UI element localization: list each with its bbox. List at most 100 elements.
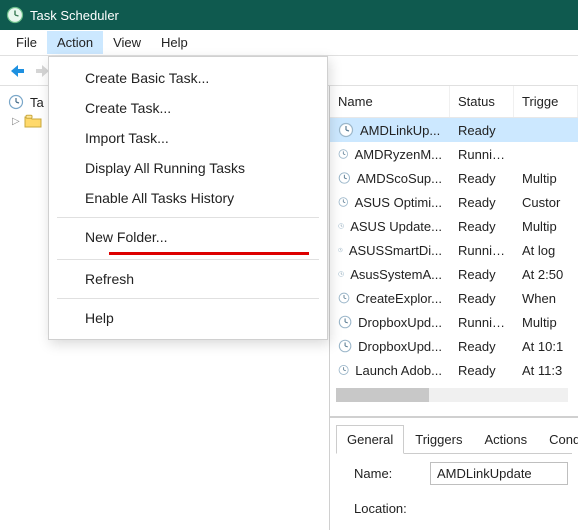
table-row[interactable]: AMDScoSup...ReadyMultip	[330, 166, 578, 190]
clock-icon	[338, 242, 343, 258]
right-pane: Name Status Trigge AMDLinkUp...ReadyAMDR…	[330, 86, 578, 530]
menu-help-item[interactable]: Help	[49, 303, 327, 333]
table-row[interactable]: ASUSSmartDi...RunningAt log	[330, 238, 578, 262]
task-status-cell: Ready	[450, 121, 514, 140]
detail-location-value[interactable]	[430, 506, 568, 512]
task-trigger-cell: At log	[514, 241, 578, 260]
clock-icon	[338, 338, 352, 354]
back-arrow-icon	[8, 63, 26, 79]
clock-icon	[8, 94, 24, 110]
menu-refresh[interactable]: Refresh	[49, 264, 327, 294]
detail-name-label: Name:	[340, 466, 420, 481]
tab-general[interactable]: General	[336, 425, 404, 454]
task-list-body: AMDLinkUp...ReadyAMDRyzenM...RunningAMDS…	[330, 118, 578, 382]
task-name-cell: ASUS Update...	[330, 216, 450, 236]
task-list-pane: Name Status Trigge AMDLinkUp...ReadyAMDR…	[330, 86, 578, 417]
column-header-name[interactable]: Name	[330, 86, 450, 117]
clock-icon	[338, 362, 349, 378]
task-name-cell: AMDScoSup...	[330, 168, 450, 188]
detail-name-value[interactable]: AMDLinkUpdate	[430, 462, 568, 485]
clock-icon	[338, 122, 354, 138]
task-trigger-cell: At 11:3	[514, 361, 578, 380]
table-row[interactable]: AsusSystemA...ReadyAt 2:50	[330, 262, 578, 286]
table-row[interactable]: Launch Adob...ReadyAt 11:3	[330, 358, 578, 382]
menu-new-folder[interactable]: New Folder...	[49, 222, 327, 252]
menubar: File Action View Help	[0, 30, 578, 56]
clock-icon	[338, 314, 352, 330]
task-status-cell: Running	[450, 241, 514, 260]
tree-root-label: Ta	[30, 95, 44, 110]
table-row[interactable]: ASUS Optimi...ReadyCustor	[330, 190, 578, 214]
detail-location-label: Location:	[340, 501, 420, 516]
tab-actions[interactable]: Actions	[473, 425, 538, 454]
back-button[interactable]	[6, 60, 28, 82]
menu-create-basic-task[interactable]: Create Basic Task...	[49, 63, 327, 93]
action-menu: Create Basic Task... Create Task... Impo…	[48, 56, 328, 340]
task-trigger-cell: Custor	[514, 193, 578, 212]
task-trigger-cell: Multip	[514, 217, 578, 236]
task-trigger-cell	[514, 152, 578, 156]
tab-triggers[interactable]: Triggers	[404, 425, 473, 454]
task-trigger-cell: At 10:1	[514, 337, 578, 356]
clock-icon	[338, 290, 350, 306]
menu-file[interactable]: File	[6, 31, 47, 54]
clock-icon	[338, 218, 344, 234]
clock-icon	[338, 194, 349, 210]
table-row[interactable]: ASUS Update...ReadyMultip	[330, 214, 578, 238]
task-list-header: Name Status Trigge	[330, 86, 578, 118]
column-header-trigger[interactable]: Trigge	[514, 86, 578, 117]
menu-create-task[interactable]: Create Task...	[49, 93, 327, 123]
menu-help[interactable]: Help	[151, 31, 198, 54]
app-clock-icon	[6, 6, 24, 24]
task-name-cell: AsusSystemA...	[330, 264, 450, 284]
menu-separator	[57, 259, 319, 260]
menu-separator	[57, 298, 319, 299]
table-row[interactable]: DropboxUpd...ReadyAt 10:1	[330, 334, 578, 358]
task-trigger-cell: Multip	[514, 313, 578, 332]
task-status-cell: Running	[450, 145, 514, 164]
task-name-cell: AMDRyzenM...	[330, 144, 450, 164]
task-status-cell: Ready	[450, 265, 514, 284]
scrollbar-thumb[interactable]	[336, 388, 429, 402]
task-trigger-cell	[514, 128, 578, 132]
clock-icon	[338, 146, 349, 162]
task-status-cell: Ready	[450, 217, 514, 236]
tree-expand-icon[interactable]: ▷	[12, 116, 20, 127]
task-name-cell: Launch Adob...	[330, 360, 450, 380]
folder-icon	[24, 114, 42, 128]
task-status-cell: Ready	[450, 337, 514, 356]
table-row[interactable]: CreateExplor...ReadyWhen	[330, 286, 578, 310]
task-trigger-cell: When	[514, 289, 578, 308]
menu-view[interactable]: View	[103, 31, 151, 54]
task-trigger-cell: At 2:50	[514, 265, 578, 284]
clock-icon	[338, 266, 344, 282]
titlebar: Task Scheduler	[0, 0, 578, 30]
clock-icon	[338, 170, 351, 186]
task-status-cell: Ready	[450, 361, 514, 380]
horizontal-scrollbar[interactable]	[336, 388, 568, 402]
detail-tabs: General Triggers Actions Condi	[336, 424, 572, 454]
task-name-cell: DropboxUpd...	[330, 336, 450, 356]
menu-display-running-tasks[interactable]: Display All Running Tasks	[49, 153, 327, 183]
task-status-cell: Ready	[450, 169, 514, 188]
task-name-cell: CreateExplor...	[330, 288, 450, 308]
column-header-status[interactable]: Status	[450, 86, 514, 117]
task-name-cell: ASUS Optimi...	[330, 192, 450, 212]
menu-separator	[57, 217, 319, 218]
menu-action[interactable]: Action	[47, 31, 103, 54]
menu-import-task[interactable]: Import Task...	[49, 123, 327, 153]
details-pane: General Triggers Actions Condi Name: AMD…	[330, 417, 578, 530]
task-name-cell: AMDLinkUp...	[330, 120, 450, 140]
tab-conditions[interactable]: Condi	[538, 425, 578, 454]
table-row[interactable]: DropboxUpd...RunningMultip	[330, 310, 578, 334]
app-title: Task Scheduler	[30, 8, 119, 23]
task-name-cell: DropboxUpd...	[330, 312, 450, 332]
table-row[interactable]: AMDRyzenM...Running	[330, 142, 578, 166]
task-name-cell: ASUSSmartDi...	[330, 240, 450, 260]
task-status-cell: Ready	[450, 193, 514, 212]
highlight-underline	[109, 252, 309, 255]
task-status-cell: Running	[450, 313, 514, 332]
table-row[interactable]: AMDLinkUp...Ready	[330, 118, 578, 142]
menu-enable-tasks-history[interactable]: Enable All Tasks History	[49, 183, 327, 213]
task-trigger-cell: Multip	[514, 169, 578, 188]
